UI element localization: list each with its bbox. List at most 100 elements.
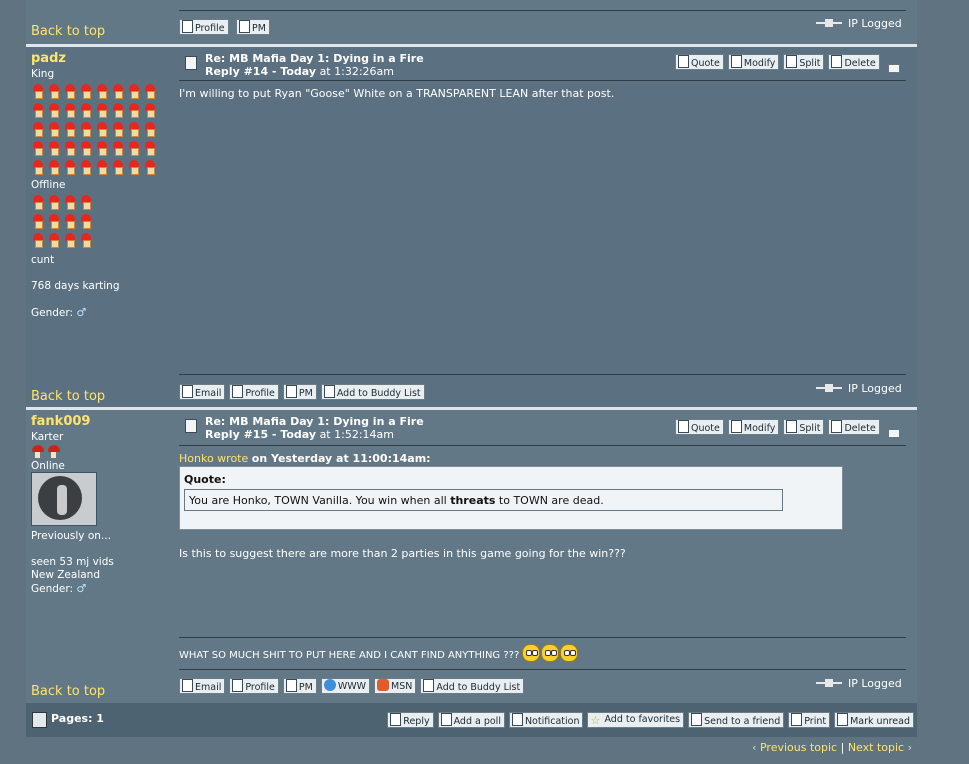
split-icon	[786, 55, 798, 68]
topic-bottom-bar: Pages: 1 Reply Add a poll Notification ☆ Add…	[26, 703, 917, 737]
quote-button[interactable]: Quote	[675, 419, 724, 435]
add-buddy-button[interactable]: Add to Buddy List	[320, 384, 425, 400]
gender: Gender: ♂	[31, 582, 87, 595]
divider	[179, 374, 906, 375]
buddy-icon	[323, 385, 335, 398]
avatar	[31, 472, 97, 526]
back-to-top-link[interactable]: Back to top	[31, 24, 105, 39]
mark-unread-button[interactable]: Mark unread	[834, 712, 914, 728]
select-post-checkbox[interactable]	[888, 429, 900, 438]
add-favorites-button[interactable]: ☆ Add to favorites	[587, 712, 685, 728]
mushroom-icon	[47, 445, 61, 458]
split-button[interactable]: Split	[783, 419, 825, 435]
rank-star-icon	[47, 214, 61, 229]
rank-star-icon	[63, 103, 77, 118]
modify-button[interactable]: Modify	[727, 54, 780, 70]
add-buddy-button[interactable]: Add to Buddy List	[420, 678, 525, 694]
quote-text-content: You are Honko, TOWN Vanilla. You win whe…	[189, 494, 604, 507]
post-header: Re: MB Mafia Day 1: Dying in a Fire Repl…	[205, 52, 424, 78]
rank-star-icon	[47, 160, 61, 175]
ip-logged: IP Logged	[816, 17, 902, 30]
pm-icon	[285, 679, 297, 692]
mushroom-icon	[31, 445, 45, 458]
pm-icon	[239, 20, 251, 33]
mark-icon	[837, 713, 849, 726]
email-button[interactable]: Email	[179, 384, 226, 400]
quote-text: You are Honko, TOWN Vanilla. You win whe…	[184, 489, 783, 511]
rank-star-icon	[143, 141, 157, 156]
custom-field: seen 53 mj vids	[31, 556, 114, 568]
post-body: Is this to suggest there are more than 2…	[179, 547, 626, 560]
notification-button[interactable]: Notification	[508, 712, 584, 728]
notification-icon	[511, 713, 523, 726]
add-poll-button[interactable]: Add a poll	[437, 712, 505, 728]
send-to-friend-button[interactable]: Send to a friend	[688, 712, 785, 728]
printer-icon	[791, 713, 803, 726]
rank-star-icon	[79, 103, 93, 118]
next-topic-link[interactable]: Next topic	[848, 741, 904, 754]
rank-star-icon	[63, 160, 77, 175]
pm-button[interactable]: PM	[282, 678, 317, 694]
modify-icon	[730, 55, 742, 68]
profile-button[interactable]: Profile	[179, 19, 229, 35]
avatar-stars	[31, 195, 101, 252]
envelope-icon	[182, 679, 193, 692]
rank-star-icon	[111, 160, 125, 175]
rank-star-icon	[31, 103, 45, 118]
smiley-icon	[522, 644, 541, 662]
plug-icon	[816, 679, 842, 687]
post-subject[interactable]: Re: MB Mafia Day 1: Dying in a Fire	[205, 415, 424, 428]
rank-star-icon	[31, 195, 45, 210]
rank-star-icon	[127, 160, 141, 175]
smiley-icon	[541, 644, 560, 662]
poster-name[interactable]: padz	[31, 51, 171, 66]
post-subject[interactable]: Re: MB Mafia Day 1: Dying in a Fire	[205, 52, 424, 65]
rank-stars	[31, 84, 165, 179]
poster-info: padz King Offline cunt 768 days karting …	[31, 47, 171, 319]
delete-button[interactable]: Delete	[828, 54, 880, 70]
pages-label[interactable]: Pages: 1	[51, 712, 104, 725]
email-button[interactable]: Email	[179, 678, 226, 694]
reply-icon	[390, 713, 402, 726]
quote-author-link[interactable]: Honko wrote	[179, 452, 248, 465]
quote-button[interactable]: Quote	[675, 54, 724, 70]
rank-star-icon	[47, 141, 61, 156]
rank-star-icon	[79, 195, 93, 210]
poster-name[interactable]: fank009	[31, 414, 171, 429]
profile-icon	[232, 679, 244, 692]
profile-button[interactable]: Profile	[229, 384, 279, 400]
www-button[interactable]: WWW	[320, 678, 371, 694]
rank-star-icon	[63, 122, 77, 137]
plug-icon	[816, 384, 842, 392]
rank-star-icon	[63, 214, 77, 229]
back-to-top-link[interactable]: Back to top	[31, 684, 105, 699]
rank-star-icon	[63, 84, 77, 99]
profile-button[interactable]: Profile	[229, 678, 279, 694]
post-actions: Quote Modify Split Delete	[675, 54, 884, 70]
post-actions: Quote Modify Split Delete	[675, 419, 884, 435]
rank-star-icon	[47, 84, 61, 99]
modify-button[interactable]: Modify	[727, 419, 780, 435]
quote-label: Quote:	[184, 473, 226, 486]
split-button[interactable]: Split	[783, 54, 825, 70]
send-icon	[691, 713, 703, 726]
poll-icon	[440, 713, 452, 726]
pm-button[interactable]: PM	[282, 384, 317, 400]
profile-icon	[232, 385, 244, 398]
avatar-figure-icon	[57, 485, 67, 515]
rank-star-icon	[143, 84, 157, 99]
divider	[179, 10, 906, 11]
back-to-top-link[interactable]: Back to top	[31, 389, 105, 404]
reply-button[interactable]: Reply	[387, 712, 434, 728]
message-icon	[185, 419, 197, 433]
print-button[interactable]: Print	[788, 712, 831, 728]
previous-topic-link[interactable]: Previous topic	[760, 741, 837, 754]
delete-button[interactable]: Delete	[828, 419, 880, 435]
previous-post: Profile PM IP Logged Back to top	[26, 0, 917, 44]
select-post-checkbox[interactable]	[888, 64, 900, 73]
msn-button[interactable]: MSN	[374, 678, 417, 694]
topic-actions: Reply Add a poll Notification ☆ Add to favor…	[387, 712, 914, 728]
reply-info: Reply #14 - Today at 1:32:26am	[205, 65, 394, 78]
quote-header: Honko wrote on Yesterday at 11:00:14am:	[179, 452, 431, 465]
pm-button[interactable]: PM	[236, 19, 270, 35]
